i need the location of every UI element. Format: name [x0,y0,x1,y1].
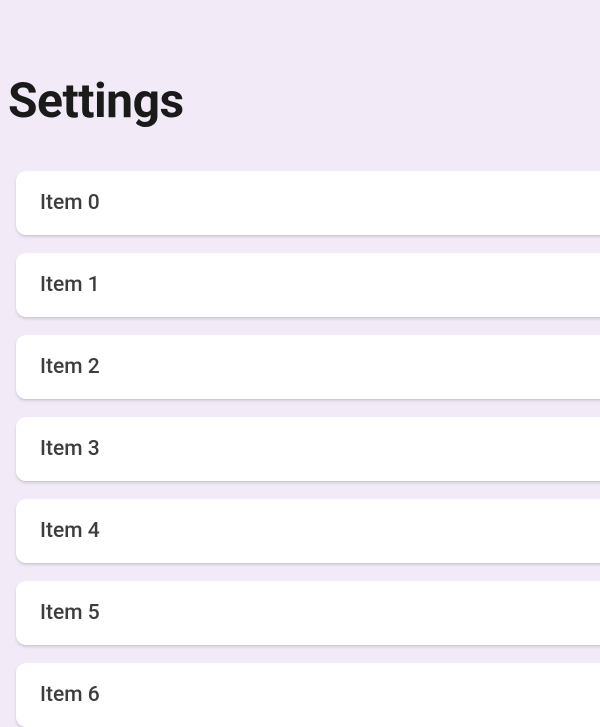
list-item[interactable]: Item 2 [16,335,600,399]
list-item[interactable]: Item 4 [16,499,600,563]
list-item[interactable]: Item 6 [16,663,600,727]
list-item-label: Item 6 [40,683,100,707]
list-item[interactable]: Item 3 [16,417,600,481]
list-item-label: Item 4 [40,519,100,543]
page-title: Settings [8,72,600,129]
settings-page: Settings Item 0 Item 1 Item 2 Item 3 Ite… [0,0,600,727]
list-item-label: Item 1 [40,273,100,297]
settings-list: Item 0 Item 1 Item 2 Item 3 Item 4 Item … [8,171,600,727]
list-item-label: Item 5 [40,601,100,625]
list-item[interactable]: Item 0 [16,171,600,235]
list-item-label: Item 0 [40,191,100,215]
list-item-label: Item 3 [40,437,100,461]
list-item[interactable]: Item 5 [16,581,600,645]
list-item-label: Item 2 [40,355,100,379]
list-item[interactable]: Item 1 [16,253,600,317]
